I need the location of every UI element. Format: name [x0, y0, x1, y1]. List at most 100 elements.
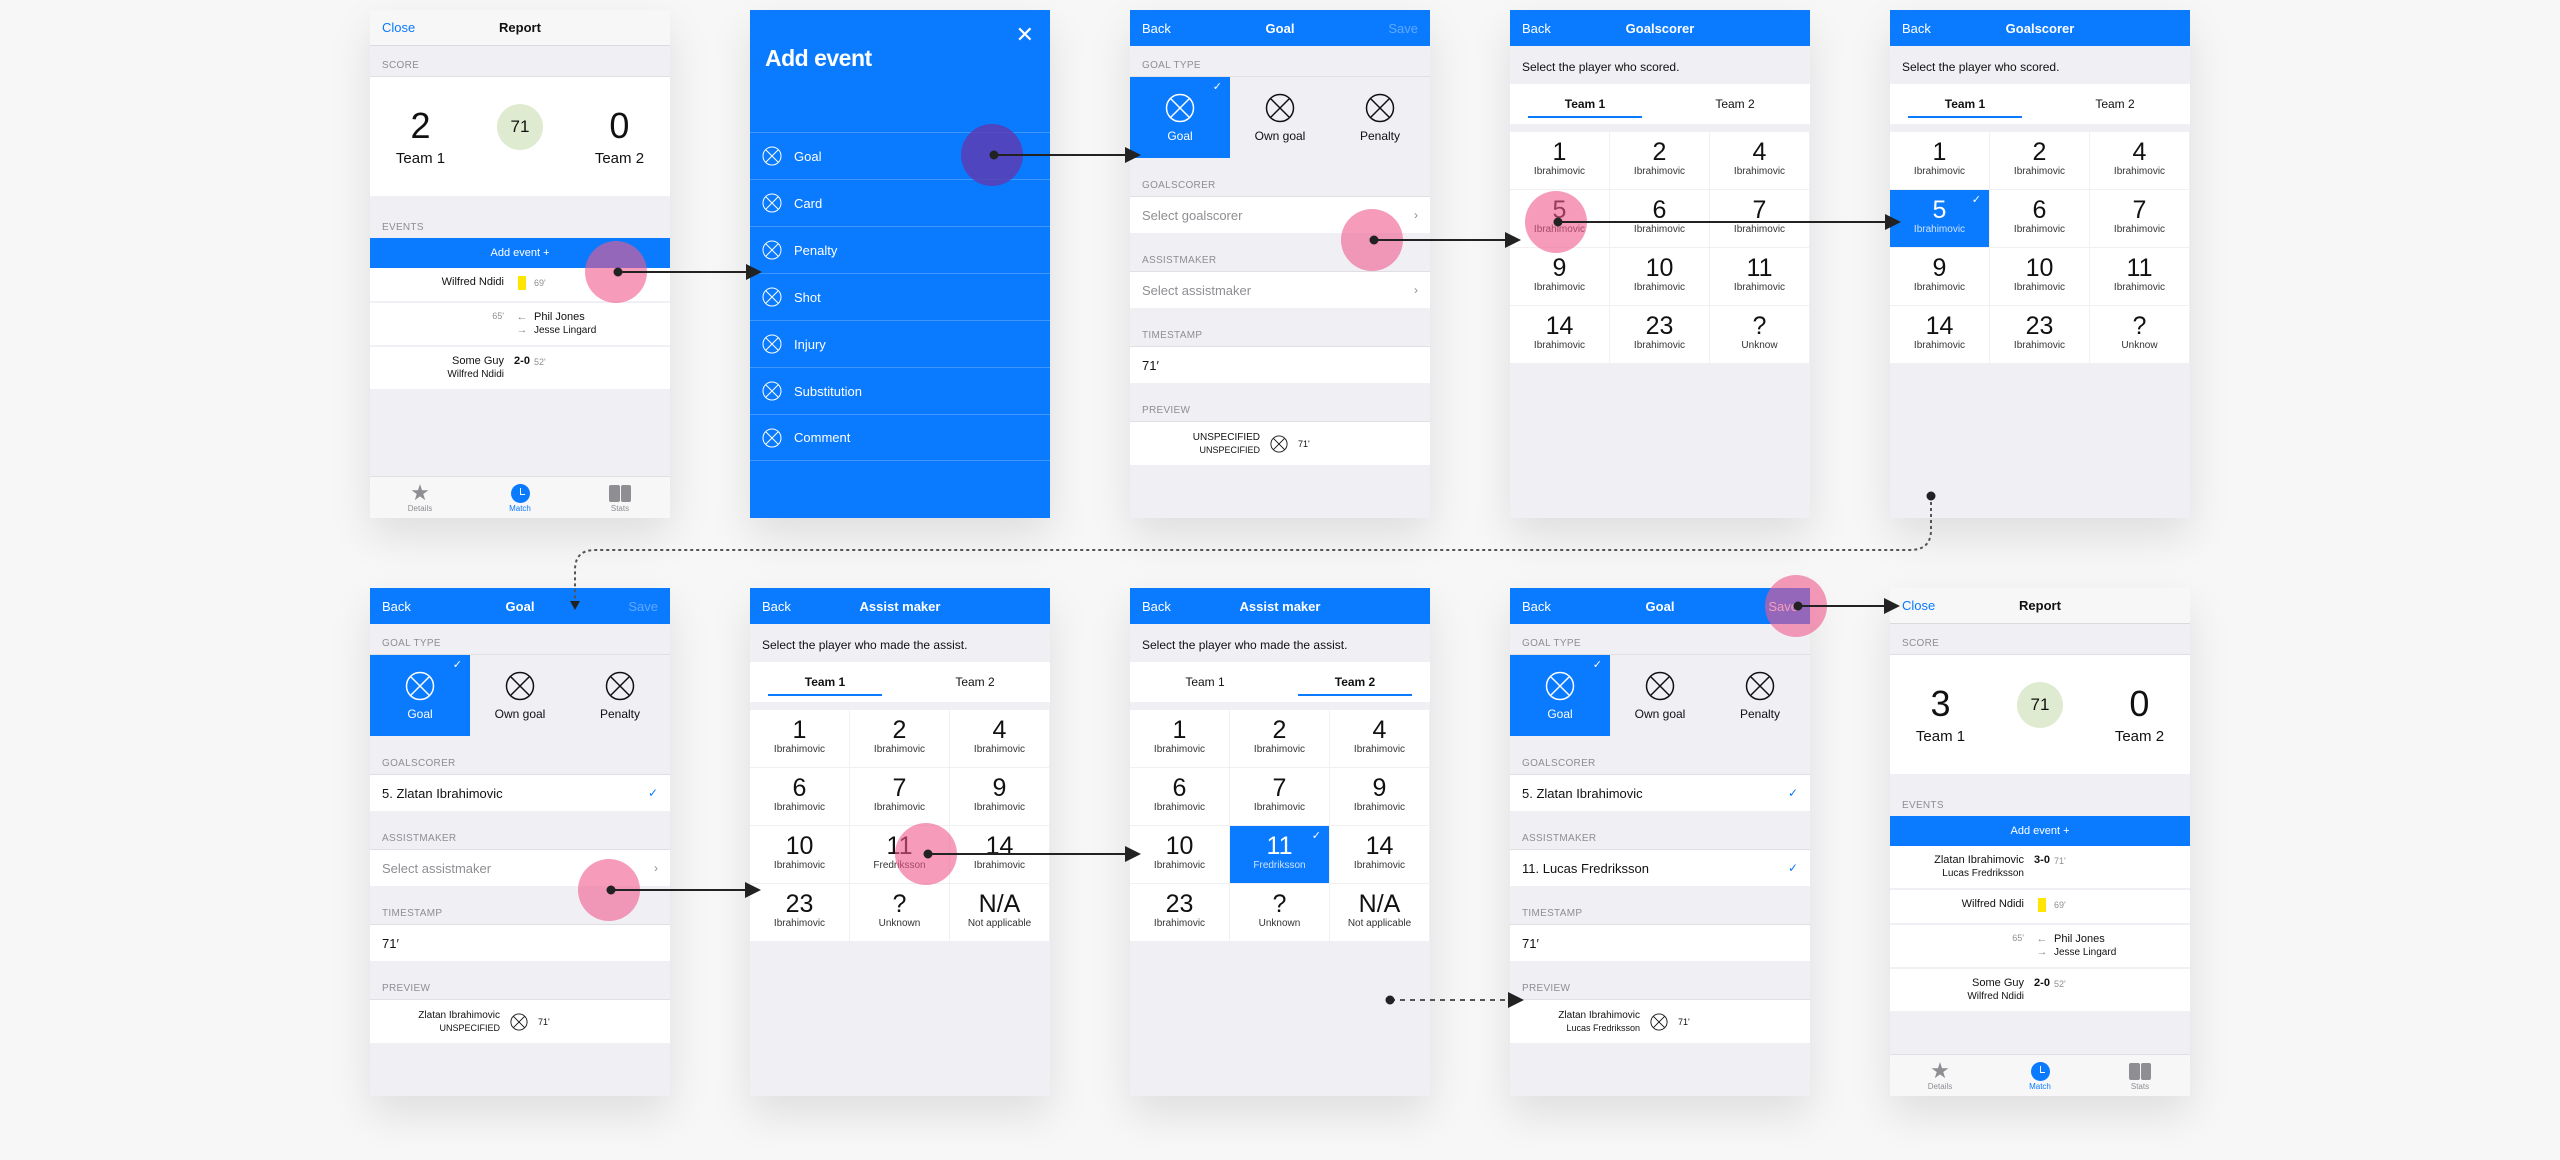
timestamp-field[interactable]: 71′ — [1510, 924, 1810, 961]
player-cell[interactable]: 10 Ibrahimovic — [1130, 826, 1230, 884]
goal-type-penalty[interactable]: Penalty — [1330, 77, 1430, 158]
player-cell[interactable]: 9 Ibrahimovic — [1890, 248, 1990, 306]
close-button[interactable]: Close — [1902, 598, 1935, 613]
assistmaker-field[interactable]: Select assistmaker › — [1130, 271, 1430, 308]
event-goal[interactable]: Some Guy Wilfred Ndidi 2-0 52' — [1890, 969, 2190, 1013]
goalscorer-field[interactable]: 5. Zlatan Ibrahimovic ✓ — [1510, 774, 1810, 811]
tab-match[interactable]: Match — [1990, 1055, 2090, 1096]
player-cell[interactable]: ? Unknown — [850, 884, 950, 942]
player-cell[interactable]: N/A Not applicable — [950, 884, 1050, 942]
event-substitution[interactable]: 65' ← → Phil Jones Jesse Lingard — [1890, 925, 2190, 969]
tab-details[interactable]: ★ Details — [1890, 1055, 1990, 1096]
player-cell[interactable]: 1 Ibrahimovic — [750, 710, 850, 768]
event-card[interactable]: Wilfred Ndidi 69' — [1890, 890, 2190, 925]
player-cell[interactable]: 9 Ibrahimovic — [1510, 248, 1610, 306]
player-cell[interactable]: 9 Ibrahimovic — [950, 768, 1050, 826]
tab-team-1[interactable]: Team 1 — [1130, 662, 1280, 702]
tab-team-2[interactable]: Team 2 — [1280, 662, 1430, 702]
event-type-item[interactable]: Substitution — [750, 367, 1050, 414]
tab-stats[interactable]: Stats — [2090, 1055, 2190, 1096]
save-button[interactable]: Save — [1388, 21, 1418, 36]
player-cell[interactable]: 2 Ibrahimovic — [1610, 132, 1710, 190]
back-button[interactable]: Back — [382, 599, 411, 614]
player-cell[interactable]: 6 Ibrahimovic — [1610, 190, 1710, 248]
tab-details[interactable]: ★ Details — [370, 477, 470, 518]
timestamp-field[interactable]: 71′ — [370, 924, 670, 961]
player-cell[interactable]: 6 Ibrahimovic — [750, 768, 850, 826]
goalscorer-field[interactable]: 5. Zlatan Ibrahimovic ✓ — [370, 774, 670, 811]
goal-type-goal[interactable]: ✓ Goal — [1510, 655, 1610, 736]
assistmaker-field[interactable]: 11. Lucas Fredriksson ✓ — [1510, 849, 1810, 886]
close-icon[interactable]: ✕ — [1016, 22, 1034, 48]
player-cell[interactable]: 14 Ibrahimovic — [1890, 306, 1990, 364]
goal-type-goal[interactable]: ✓ Goal — [370, 655, 470, 736]
player-cell[interactable]: 7 Ibrahimovic — [2090, 190, 2190, 248]
event-goal-new[interactable]: Zlatan Ibrahimovic Lucas Fredriksson 3-0 71… — [1890, 846, 2190, 890]
player-cell[interactable]: 1 Ibrahimovic — [1510, 132, 1610, 190]
player-cell[interactable]: 6 Ibrahimovic — [1130, 768, 1230, 826]
player-cell[interactable]: 4 Ibrahimovic — [2090, 132, 2190, 190]
player-cell[interactable]: 23 Ibrahimovic — [1130, 884, 1230, 942]
event-type-item[interactable]: Comment — [750, 414, 1050, 461]
tab-team-1[interactable]: Team 1 — [1890, 84, 2040, 124]
player-cell[interactable]: 7 Ibrahimovic — [1230, 768, 1330, 826]
player-cell[interactable]: ? Unknown — [1230, 884, 1330, 942]
back-button[interactable]: Back — [762, 599, 791, 614]
player-cell[interactable]: 23 Ibrahimovic — [1610, 306, 1710, 364]
add-event-button[interactable]: Add event + — [1890, 816, 2190, 846]
back-button[interactable]: Back — [1522, 599, 1551, 614]
player-cell[interactable]: ? Unknow — [2090, 306, 2190, 364]
back-button[interactable]: Back — [1522, 21, 1551, 36]
event-type-item[interactable]: Card — [750, 179, 1050, 226]
tab-match[interactable]: Match — [470, 477, 570, 518]
player-cell[interactable]: 11 Ibrahimovic — [1710, 248, 1810, 306]
player-cell[interactable]: N/A Not applicable — [1330, 884, 1430, 942]
player-cell[interactable]: 23 Ibrahimovic — [1990, 306, 2090, 364]
player-cell[interactable]: 9 Ibrahimovic — [1330, 768, 1430, 826]
player-cell[interactable]: 6 Ibrahimovic — [1990, 190, 2090, 248]
event-type-item[interactable]: Shot — [750, 273, 1050, 320]
tab-team-2[interactable]: Team 2 — [2040, 84, 2190, 124]
player-cell[interactable]: 2 Ibrahimovic — [1230, 710, 1330, 768]
tab-team-1[interactable]: Team 1 — [750, 662, 900, 702]
goal-type-penalty[interactable]: Penalty — [1710, 655, 1810, 736]
goal-type-goal[interactable]: ✓ Goal — [1130, 77, 1230, 158]
player-cell[interactable]: 1 Ibrahimovic — [1130, 710, 1230, 768]
save-button[interactable]: Save — [628, 599, 658, 614]
tab-team-1[interactable]: Team 1 — [1510, 84, 1660, 124]
event-goal[interactable]: Some Guy Wilfred Ndidi 2-0 52' — [370, 347, 670, 391]
player-cell[interactable]: 4 Ibrahimovic — [950, 710, 1050, 768]
event-substitution[interactable]: 65' ← → Phil Jones Jesse Lingard — [370, 303, 670, 347]
player-cell[interactable]: 2 Ibrahimovic — [850, 710, 950, 768]
goal-type-penalty[interactable]: Penalty — [570, 655, 670, 736]
back-button[interactable]: Back — [1142, 599, 1171, 614]
event-type-item[interactable]: Penalty — [750, 226, 1050, 273]
player-cell[interactable]: ✓ 5 Ibrahimovic — [1890, 190, 1990, 248]
player-cell[interactable]: 7 Ibrahimovic — [1710, 190, 1810, 248]
goal-type-own-goal[interactable]: Own goal — [1610, 655, 1710, 736]
player-cell[interactable]: 2 Ibrahimovic — [1990, 132, 2090, 190]
player-cell[interactable]: 10 Ibrahimovic — [1610, 248, 1710, 306]
player-cell[interactable]: 4 Ibrahimovic — [1330, 710, 1430, 768]
tab-team-2[interactable]: Team 2 — [1660, 84, 1810, 124]
player-cell[interactable]: 7 Ibrahimovic — [850, 768, 950, 826]
tab-team-2[interactable]: Team 2 — [900, 662, 1050, 702]
player-cell[interactable]: 14 Ibrahimovic — [950, 826, 1050, 884]
goal-type-own-goal[interactable]: Own goal — [1230, 77, 1330, 158]
back-button[interactable]: Back — [1142, 21, 1171, 36]
player-cell[interactable]: 4 Ibrahimovic — [1710, 132, 1810, 190]
player-cell[interactable]: 14 Ibrahimovic — [1330, 826, 1430, 884]
player-cell[interactable]: 23 Ibrahimovic — [750, 884, 850, 942]
player-cell[interactable]: 14 Ibrahimovic — [1510, 306, 1610, 364]
tab-stats[interactable]: Stats — [570, 477, 670, 518]
player-cell[interactable]: 11 Ibrahimovic — [2090, 248, 2190, 306]
player-cell[interactable]: 10 Ibrahimovic — [1990, 248, 2090, 306]
player-cell[interactable]: ? Unknow — [1710, 306, 1810, 364]
player-cell[interactable]: 10 Ibrahimovic — [750, 826, 850, 884]
player-cell[interactable]: 1 Ibrahimovic — [1890, 132, 1990, 190]
goal-type-own-goal[interactable]: Own goal — [470, 655, 570, 736]
close-button[interactable]: Close — [382, 20, 415, 35]
timestamp-field[interactable]: 71′ — [1130, 346, 1430, 383]
back-button[interactable]: Back — [1902, 21, 1931, 36]
event-type-item[interactable]: Injury — [750, 320, 1050, 367]
